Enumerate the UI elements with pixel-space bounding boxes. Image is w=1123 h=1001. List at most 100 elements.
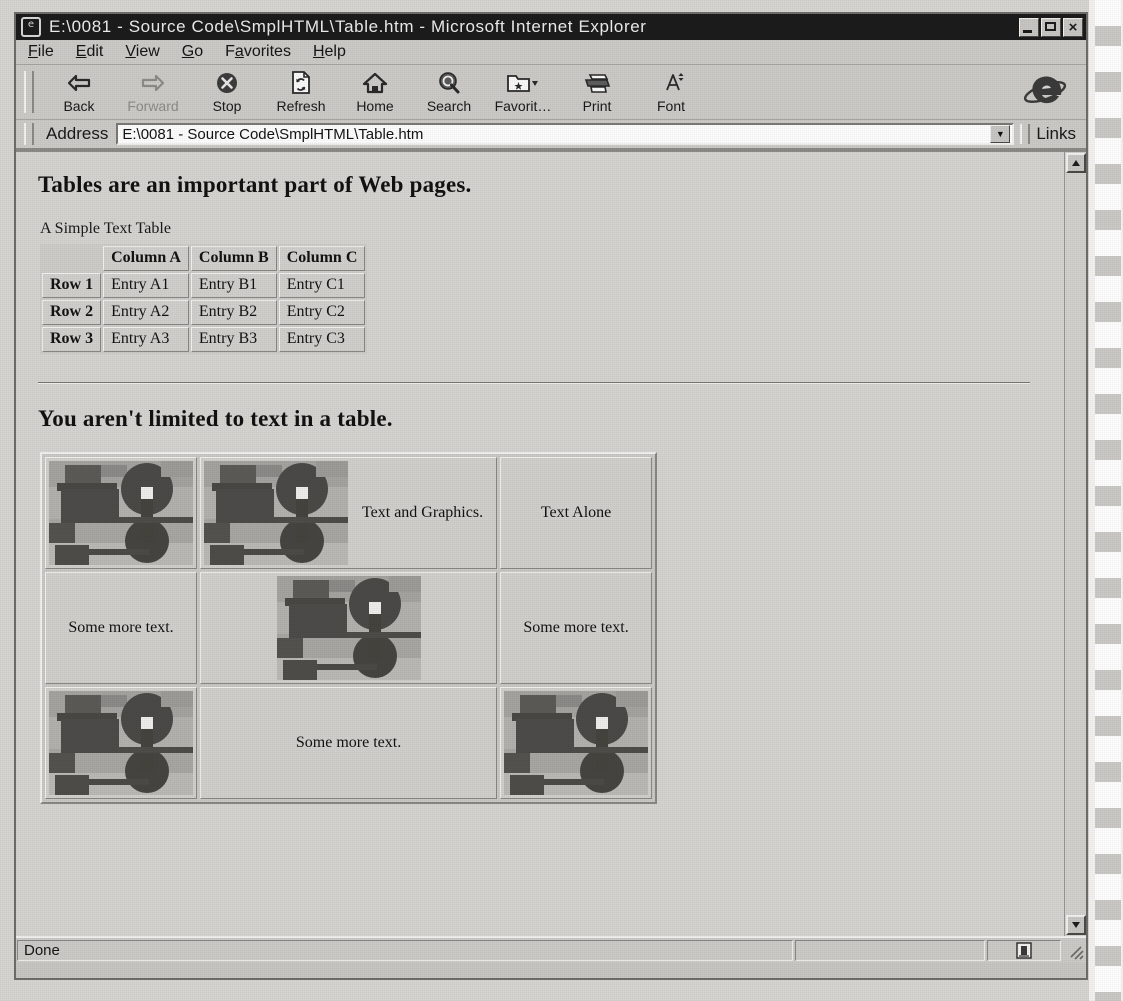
window-controls: × (1019, 17, 1083, 37)
gfx-cell-r1c2: Text and Graphics. (200, 457, 498, 569)
gfx-cell-r2c3: Some more text. (500, 572, 653, 684)
menu-item-go[interactable]: Go (182, 43, 203, 61)
table-row: Text and Graphics. Text Alone (45, 457, 653, 569)
menu-item-file[interactable]: File (28, 43, 54, 61)
ie-logo-icon[interactable] (1022, 70, 1068, 114)
table-row: Some more text. Some more text. (45, 572, 653, 684)
column-header-a: Column A (103, 246, 189, 271)
cell-b1: Entry B1 (190, 273, 277, 298)
menu-bar: File Edit View Go Favorites Help (16, 40, 1086, 65)
font-icon (657, 71, 685, 95)
gfx-cell-r1c2-label: Text and Graphics. (362, 503, 484, 521)
row-header-2: Row 2 (42, 300, 102, 325)
title-bar: e E:\0081 - Source Code\SmplHTML\Table.h… (16, 14, 1086, 40)
menu-item-favorites[interactable]: Favorites (225, 43, 291, 61)
abstract-graphic-icon (49, 461, 193, 565)
cell-b2: Entry B2 (190, 300, 277, 325)
gfx-cell-r2c2 (200, 572, 498, 684)
table-row: Row 2 Entry A2 Entry B2 Entry C2 (42, 300, 366, 325)
cell-c2: Entry C2 (278, 300, 366, 325)
gfx-cell-r3c2: Some more text. (200, 687, 498, 799)
browser-window: e E:\0081 - Source Code\SmplHTML\Table.h… (14, 12, 1088, 980)
menu-item-help[interactable]: Help (313, 43, 346, 61)
simple-text-table: Column A Column B Column C Row 1 Entry A… (40, 244, 368, 354)
favorites-icon (506, 71, 540, 95)
menu-item-edit[interactable]: Edit (76, 43, 104, 61)
cell-a3: Entry A3 (103, 327, 189, 352)
table-row: Row 3 Entry A3 Entry B3 Entry C3 (42, 327, 366, 352)
address-grip[interactable] (24, 123, 34, 145)
ie-document-icon: e (21, 17, 41, 37)
table-row: Row 1 Entry A1 Entry B1 Entry C1 (42, 273, 366, 298)
table-row: Some more text. (45, 687, 653, 799)
arrow-right-icon (140, 71, 166, 95)
cell-b3: Entry B3 (190, 327, 277, 352)
search-button[interactable]: Search (412, 67, 486, 117)
vertical-scrollbar[interactable] (1064, 152, 1086, 936)
menu-label-favorites: vorites (243, 43, 291, 60)
column-header-b: Column B (190, 246, 277, 271)
home-icon (362, 71, 388, 95)
window-title: E:\0081 - Source Code\SmplHTML\Table.htm… (49, 17, 647, 36)
table-header-row: Column A Column B Column C (42, 246, 366, 271)
cell-c3: Entry C3 (278, 327, 366, 352)
toolbar-grip[interactable] (24, 71, 34, 113)
print-button[interactable]: Print (560, 67, 634, 117)
forward-label: Forward (127, 97, 179, 114)
links-grip[interactable] (1020, 124, 1031, 144)
links-button[interactable]: Links (1016, 124, 1086, 144)
menu-label-view: iew (135, 43, 160, 60)
stop-icon (216, 71, 238, 95)
menu-item-view[interactable]: View (125, 43, 159, 61)
forward-button[interactable]: Forward (116, 67, 190, 117)
stop-button[interactable]: Stop (190, 67, 264, 117)
home-button[interactable]: Home (338, 67, 412, 117)
column-header-c: Column C (278, 246, 366, 271)
chevron-down-icon[interactable]: ▼ (990, 125, 1011, 143)
security-zone-pane[interactable] (987, 940, 1061, 961)
maximize-button[interactable] (1041, 17, 1061, 37)
page-heading-1: Tables are an important part of Web page… (38, 172, 472, 197)
font-button[interactable]: Font (634, 67, 708, 117)
printer-icon (583, 71, 611, 95)
font-label: Font (656, 97, 685, 114)
chevron-up-icon (1072, 160, 1080, 166)
abstract-graphic-icon (504, 691, 649, 795)
arrow-left-icon (66, 71, 92, 95)
address-value: E:\0081 - Source Code\SmplHTML\Table.htm (122, 125, 424, 143)
menu-label-go: o (194, 43, 204, 60)
table-corner-cell (42, 246, 101, 271)
gfx-cell-r2c1: Some more text. (45, 572, 197, 684)
abstract-graphic-icon (276, 576, 421, 680)
address-input[interactable]: E:\0081 - Source Code\SmplHTML\Table.htm… (116, 123, 1015, 145)
status-middle-pane (795, 940, 985, 961)
favorites-button[interactable]: Favorit… (486, 67, 560, 117)
document-viewport: Tables are an important part of Web page… (16, 150, 1086, 936)
security-zone-icon (1015, 942, 1033, 959)
scroll-up-button[interactable] (1066, 153, 1086, 173)
refresh-button[interactable]: Refresh (264, 67, 338, 117)
page-heading-2: You aren't limited to text in a table. (38, 406, 393, 431)
resize-grip[interactable] (1063, 940, 1085, 961)
back-button[interactable]: Back (42, 67, 116, 117)
menu-label-edit: dit (86, 43, 104, 60)
close-button[interactable]: × (1063, 17, 1083, 37)
scrollbar-track[interactable] (1065, 174, 1086, 914)
abstract-graphic-icon (204, 461, 348, 565)
page-edge-dots (1095, 0, 1121, 1001)
graphics-table: Text and Graphics. Text Alone Some more … (40, 452, 658, 804)
status-bar: Done (16, 936, 1086, 963)
toolbar: Back Forward Stop Refresh Home Search Fa… (16, 65, 1086, 120)
scroll-down-button[interactable] (1066, 915, 1086, 935)
web-page-content: Tables are an important part of Web page… (16, 152, 1064, 936)
address-bar: Address E:\0081 - Source Code\SmplHTML\T… (16, 120, 1086, 150)
print-label: Print (582, 97, 612, 114)
stop-label: Stop (212, 97, 242, 114)
minimize-button[interactable] (1019, 17, 1039, 37)
menu-label-help: elp (324, 43, 346, 60)
refresh-label: Refresh (276, 97, 326, 114)
address-label: Address (46, 124, 109, 143)
text-table-caption: A Simple Text Table (40, 220, 171, 237)
cell-c1: Entry C1 (278, 273, 366, 298)
favorites-label: Favorit… (494, 97, 552, 114)
